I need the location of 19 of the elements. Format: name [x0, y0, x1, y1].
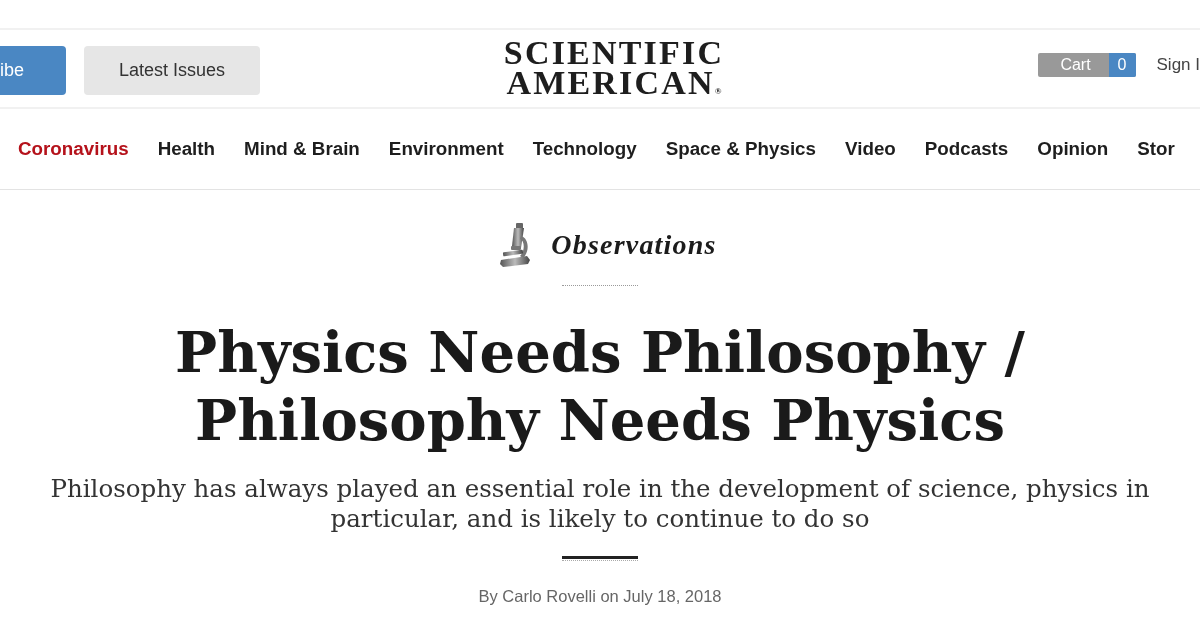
nav-link[interactable]: Technology	[532, 134, 637, 164]
cart-button[interactable]: Cart 0	[1038, 52, 1136, 77]
nav-link[interactable]: Opinion	[1037, 134, 1109, 164]
latest-issues-button[interactable]: Latest Issues	[84, 46, 260, 95]
nav-link[interactable]: Stor	[1137, 134, 1175, 164]
cart-count: 0	[1108, 52, 1136, 77]
nav-link[interactable]: Space & Physics	[665, 134, 816, 164]
sign-in-link[interactable]: Sign I	[1156, 51, 1200, 78]
byline: By Carlo Rovelli on July 18, 2018	[478, 586, 722, 606]
blog-name[interactable]: Observations	[551, 224, 717, 266]
nav-link[interactable]: Video	[845, 134, 896, 164]
nav-link[interactable]: Health	[157, 134, 216, 164]
nav-link[interactable]: Environment	[388, 134, 504, 164]
nav-link[interactable]: Mind & Brain	[244, 134, 360, 164]
article-title: Physics Needs Philosophy / Philosophy Needs Physics	[174, 318, 1026, 454]
nav-link[interactable]: Podcasts	[924, 134, 1009, 164]
article-subtitle: Philosophy has always played an essential role in the development of science, physics in particular, and is likely to continue to do so	[49, 474, 1151, 534]
subscribe-button[interactable]: ibe	[0, 46, 66, 95]
nav-link[interactable]: Coronavirus	[18, 134, 129, 164]
